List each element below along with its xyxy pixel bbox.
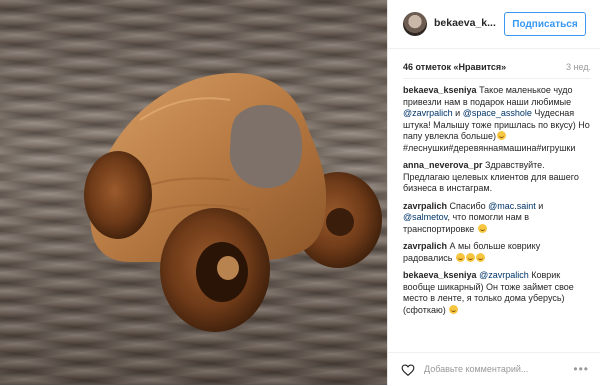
divider (403, 78, 591, 79)
mention-link[interactable]: @zavrpalich (479, 270, 529, 280)
post-username[interactable]: bekaeva_k... (434, 17, 496, 29)
wooden-car-image (84, 73, 382, 332)
smile-emoji-icon (465, 252, 475, 262)
likes-count[interactable]: 46 отметок «Нравится» (403, 62, 506, 72)
comment-username[interactable]: bekaeva_kseniya (403, 85, 477, 95)
post-sidebar: bekaeva_k... Подписаться 46 отметок «Нра… (387, 0, 600, 385)
comment-text: и (452, 108, 463, 118)
mention-link[interactable]: @salmetov (403, 212, 447, 222)
instagram-post: bekaeva_k... Подписаться 46 отметок «Нра… (0, 0, 600, 385)
comment: bekaeva_kseniya @zavrpalich Коврик вообщ… (403, 270, 591, 316)
smile-emoji-icon (497, 131, 507, 140)
smile-emoji-icon (449, 304, 459, 314)
smile-emoji-icon (477, 223, 487, 233)
comment: anna_neverova_pr Здравствуйте. Предлагаю… (403, 160, 591, 195)
mention-link[interactable]: @zavrpalich (403, 108, 453, 118)
add-comment-input[interactable]: Добавьте комментарий... (424, 364, 528, 374)
post-header: bekaeva_k... Подписаться (388, 0, 600, 49)
left-rear-wheel (84, 151, 152, 239)
comment-username[interactable]: zavrpalich (403, 201, 447, 211)
follow-button[interactable]: Подписаться (504, 12, 586, 36)
comment-bar: Добавьте комментарий... ••• (388, 352, 600, 386)
post-photo[interactable] (0, 0, 387, 385)
comment-text: Спасибо (447, 200, 489, 211)
comment: bekaeva_kseniya Такое маленькое чудо при… (403, 85, 591, 154)
comment: zavrpalich А мы больше коврику радовалис… (403, 241, 591, 264)
heart-icon[interactable] (401, 363, 415, 377)
post-age[interactable]: 3 нед. (566, 62, 591, 72)
comment: zavrpalich Спасибо @mac.saint и @salmeto… (403, 201, 591, 236)
comment-username[interactable]: anna_neverova_pr (403, 160, 483, 170)
mention-link[interactable]: @space_asshole (463, 108, 532, 118)
comments-list: bekaeva_kseniya Такое маленькое чудо при… (403, 85, 591, 335)
avatar[interactable] (403, 12, 427, 36)
comment-text: #леснушки#деревяннаямашина#игрушки (403, 142, 576, 153)
comment-username[interactable]: zavrpalich (403, 241, 447, 251)
smile-emoji-icon (475, 252, 485, 262)
comment-text: и (535, 200, 544, 211)
more-options-icon[interactable]: ••• (573, 362, 589, 376)
comment-username[interactable]: bekaeva_kseniya (403, 270, 477, 280)
smile-emoji-icon (455, 252, 465, 262)
mention-link[interactable]: @mac.saint (488, 201, 536, 211)
car-window (229, 104, 303, 189)
likes-row: 46 отметок «Нравится» 3 нед. (403, 60, 591, 76)
